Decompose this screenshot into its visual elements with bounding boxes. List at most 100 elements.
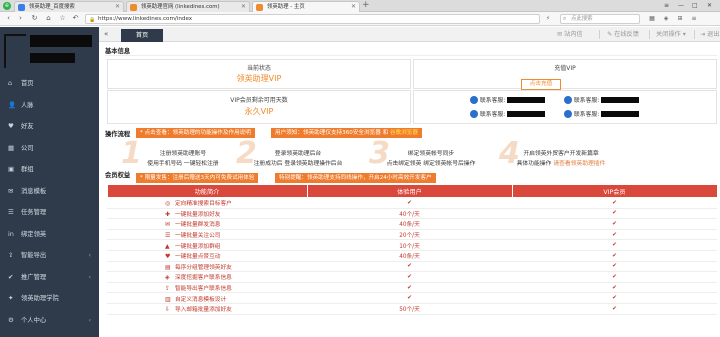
support-label: 联系客服: bbox=[574, 98, 600, 104]
vip-cell: ✔ bbox=[512, 239, 717, 251]
close-icon[interactable]: ✕ bbox=[241, 2, 246, 12]
sidebar-item-8[interactable]: in 绑定领英 bbox=[0, 226, 99, 243]
sidebar-item-11[interactable]: ✦ 领英助理学院 bbox=[0, 290, 99, 307]
vip-cell: ✔ bbox=[512, 218, 717, 230]
browser-tab-baidu[interactable]: 领英助理_百度搜索 ✕ bbox=[14, 1, 124, 12]
process-step-1: 1 注册领英助理账号 使用手机号码 一键轻松注册 bbox=[119, 137, 239, 173]
redacted-contact bbox=[507, 110, 546, 117]
chevron-left-icon: ‹ bbox=[88, 316, 91, 324]
back-icon[interactable]: ‹ bbox=[4, 14, 13, 23]
redacted-contact bbox=[601, 96, 640, 103]
browser-tab-linkedines[interactable]: 领英助理官网 (linkedines.com) ✕ bbox=[126, 1, 250, 12]
menu-icon[interactable]: ≡ bbox=[664, 0, 669, 12]
sidebar-item-13[interactable]: ⬇免费下载区 bbox=[0, 333, 99, 337]
collapse-sidebar-icon[interactable]: « bbox=[104, 27, 108, 42]
step-desc: 注册成功后 登录领英助理操作后台 bbox=[253, 161, 343, 167]
sidebar-item-12[interactable]: ⚙ 个人中心 ‹ bbox=[0, 312, 99, 329]
remaining-days-card: VIP会员剩余可用天数 永久VIP bbox=[107, 90, 411, 124]
sidebar-item-4[interactable]: ▦ 公司 bbox=[0, 140, 99, 157]
support-contact-2[interactable]: 联系客服: bbox=[564, 95, 640, 106]
history-icon[interactable]: ↶ bbox=[71, 14, 80, 23]
qq-icon bbox=[470, 95, 478, 104]
promote-icon: ✔ bbox=[8, 272, 14, 281]
support-contact-1[interactable]: 联系客服: bbox=[470, 95, 546, 106]
feature-cell: ♥ 一键批量点赞互动 bbox=[107, 250, 307, 262]
location-icon: ◎ bbox=[165, 200, 171, 208]
section-title-basic: 基本信息 bbox=[105, 48, 131, 55]
plugin-link[interactable]: 请查看领英助理插件 bbox=[553, 161, 605, 167]
feature-name: 智能导出客户联系信息 bbox=[175, 286, 232, 293]
sidebar-item-label: 首页 bbox=[21, 80, 34, 87]
chrome-link[interactable]: 谷歌浏览器 bbox=[390, 130, 418, 136]
sidebar-item-10[interactable]: ✔ 推广管理 ‹ bbox=[0, 269, 99, 286]
forward-icon[interactable]: › bbox=[16, 14, 25, 23]
remaining-days-label: VIP会员剩余可用天数 bbox=[230, 97, 288, 104]
feedback-link[interactable]: ✎ 在线反馈 bbox=[607, 27, 639, 42]
step-desc: 点击绑定领英 绑定领英帐号后操作 bbox=[386, 161, 476, 167]
process-step-2: 2 登录领英助理后台 注册成功后 登录领英助理操作后台 bbox=[234, 137, 354, 173]
linkedin-icon: in bbox=[8, 229, 14, 238]
grid-icon[interactable]: ⊞ bbox=[676, 15, 684, 23]
tab-title: 领英助理 - 主页 bbox=[267, 4, 305, 10]
minimize-button[interactable]: — bbox=[678, 0, 684, 12]
table-row: ✚ 一键批量添加好友 40个/天 ✔ bbox=[107, 208, 717, 220]
menu-icon[interactable]: ≡ bbox=[690, 15, 698, 23]
star-icon[interactable]: ☆ bbox=[58, 14, 67, 23]
sidebar-item-2[interactable]: 👤 人脉 bbox=[0, 97, 99, 114]
sidebar-item-label: 好友 bbox=[21, 123, 34, 130]
close-actions-dropdown[interactable]: 关闭操作 ▾ bbox=[656, 27, 686, 42]
sidebar-item-7[interactable]: ☰ 任务管理 bbox=[0, 204, 99, 221]
feature-cell: ⇪ 智能导出客户联系信息 bbox=[107, 282, 307, 294]
recharge-button[interactable]: 点击充值 bbox=[521, 79, 561, 90]
search-input[interactable]: ⌕ 点此搜索 bbox=[560, 14, 640, 24]
trial-cell: ✔ bbox=[307, 261, 512, 273]
lightning-icon[interactable]: ⚡ bbox=[544, 15, 552, 23]
trial-cell: ✔ bbox=[307, 292, 512, 304]
reload-icon[interactable]: ↻ bbox=[30, 14, 39, 23]
inbox-link[interactable]: ✉ 站内信 bbox=[557, 27, 583, 42]
trial-notice: * 限量发售：注册后赠送3天内可免费试用体验 bbox=[136, 173, 259, 183]
sidebar-item-5[interactable]: ▣ 群组 bbox=[0, 161, 99, 178]
home-icon[interactable]: ⌂ bbox=[44, 14, 53, 23]
section-divider bbox=[105, 55, 717, 56]
linkedines-favicon-icon bbox=[256, 4, 263, 11]
sidebar-item-6[interactable]: ✉ 消息模板 bbox=[0, 183, 99, 200]
sidebar-item-label: 消息模板 bbox=[21, 187, 47, 195]
section-title-rights: 会员权益 bbox=[105, 172, 131, 179]
table-row: ✉ 一键批量群发消息 40条/天 ✔ bbox=[107, 218, 717, 230]
sidebar-item-3[interactable]: ♥ 好友 bbox=[0, 118, 99, 135]
logout-link[interactable]: ⇥ 退出 bbox=[700, 27, 720, 42]
close-icon[interactable]: ✕ bbox=[351, 2, 356, 12]
avatar[interactable] bbox=[4, 34, 26, 68]
browser-logo-icon[interactable]: e bbox=[3, 2, 11, 10]
close-icon[interactable]: ✕ bbox=[115, 2, 120, 12]
step-desc: 使用手机号码 一键轻松注册 bbox=[147, 161, 219, 167]
feature-cell: ▲ 一键批量添加群组 bbox=[107, 239, 307, 251]
status-label: 当前状态 bbox=[246, 65, 271, 72]
window-close-button[interactable]: ✕ bbox=[707, 0, 712, 12]
trial-cell: ✔ bbox=[307, 282, 512, 294]
classify-icon: ▤ bbox=[165, 263, 171, 271]
new-tab-button[interactable]: + bbox=[362, 0, 370, 11]
feature-cell: ✚ 一键批量添加好友 bbox=[107, 208, 307, 220]
support-contact-3[interactable]: 联系客服: bbox=[470, 109, 546, 120]
feature-name: 自定义消息模板设计 bbox=[175, 296, 227, 303]
maximize-button[interactable]: □ bbox=[692, 0, 698, 12]
sidebar-item-1[interactable]: ⌂ 首页 bbox=[0, 75, 99, 92]
sidebar-item-9[interactable]: ⇪ 智能导出 ‹ bbox=[0, 247, 99, 264]
tab-home[interactable]: 首页 bbox=[121, 29, 163, 42]
table-row: ⇩ 导入邮箱批量添加好友 50个/天 ✔ bbox=[107, 303, 717, 315]
support-contact-4[interactable]: 联系客服: bbox=[564, 109, 640, 120]
browser-tab-home[interactable]: 领英助理 - 主页 ✕ bbox=[252, 1, 360, 12]
trial-cell: 10个/天 bbox=[307, 239, 512, 251]
shield-icon[interactable]: ◈ bbox=[662, 15, 670, 23]
table-header-row: 功能简介 体验用户 VIP会员 bbox=[106, 184, 718, 198]
table-row: ▤ 每序分组管理领英好友 ✔ ✔ bbox=[107, 261, 717, 273]
feature-cell: ✉ 一键批量群发消息 bbox=[107, 218, 307, 230]
lock-icon: 🔒 bbox=[89, 17, 96, 23]
task-icon: ☰ bbox=[8, 208, 14, 216]
support-label: 联系客服: bbox=[480, 112, 506, 118]
step-title: 登录领英助理后台 bbox=[274, 151, 322, 157]
url-field[interactable]: 🔒 https://www.linkedines.com/index bbox=[85, 14, 540, 24]
extension-icon[interactable]: ▦ bbox=[648, 15, 656, 23]
